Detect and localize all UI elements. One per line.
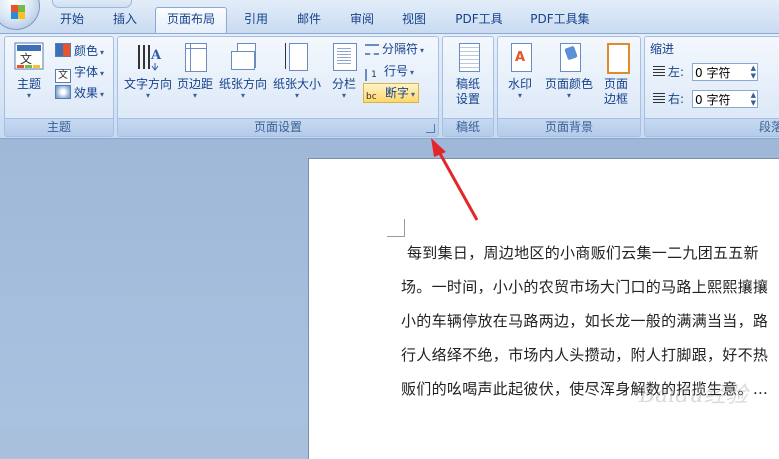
- annotation-arrow-icon: [431, 138, 479, 221]
